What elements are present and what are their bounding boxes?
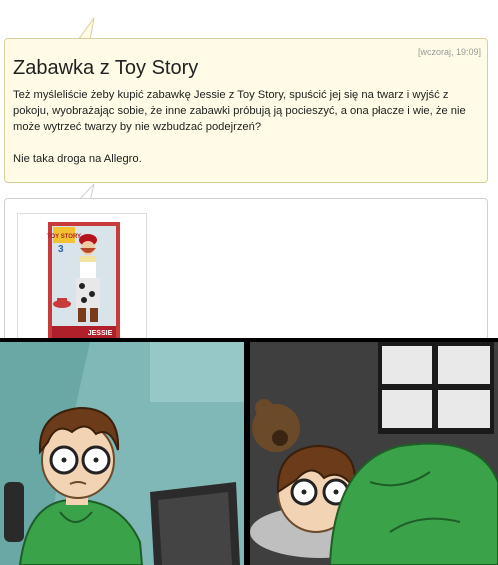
post-title: Zabawka z Toy Story	[13, 57, 199, 79]
comic-guy-in-bed-illustration	[250, 342, 498, 565]
post-timestamp: [wczoraj, 19:09]	[417, 47, 481, 57]
box-label: JESSIE	[88, 330, 113, 337]
post-paragraph: Też myśleliście żeby kupić zabawkę Jessi…	[13, 89, 466, 133]
image-post: TOY STORY 3 JESSIE	[4, 198, 488, 343]
post-paragraph: Nie taka droga na Allegro.	[13, 153, 142, 165]
comic-panel-left	[0, 342, 244, 565]
comic-guy-at-computer-illustration	[0, 342, 244, 565]
comic-strip	[0, 338, 498, 565]
post-bubble: [wczoraj, 19:09] Zabawka z Toy Story Też…	[4, 38, 488, 183]
post-body: Też myśleliście żeby kupić zabawkę Jessi…	[13, 87, 479, 183]
comic-panel-right	[250, 342, 498, 565]
box-logo-text: TOY STORY	[47, 234, 81, 240]
product-thumbnail[interactable]: TOY STORY 3 JESSIE	[17, 213, 147, 343]
box-logo-number: 3	[58, 244, 64, 255]
jessie-toy-box-image: TOY STORY 3 JESSIE	[47, 222, 120, 340]
